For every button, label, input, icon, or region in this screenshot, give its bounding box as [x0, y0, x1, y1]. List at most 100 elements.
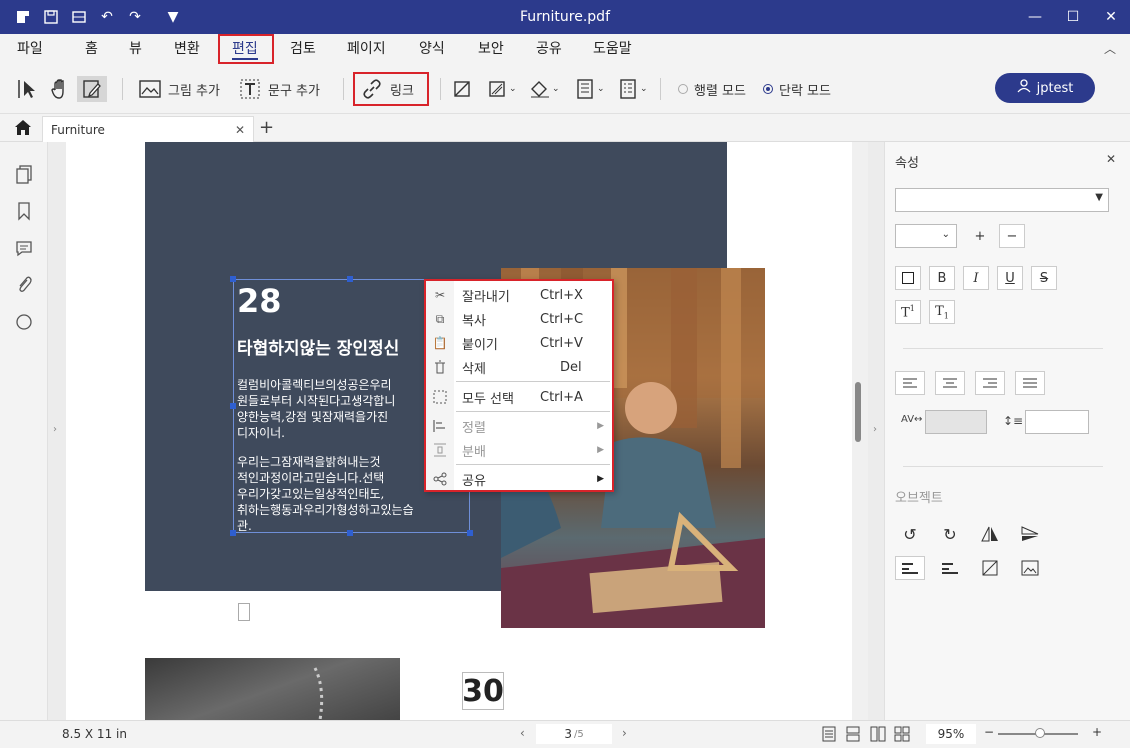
tab-furniture[interactable]: Furniture ✕: [42, 116, 254, 142]
font-size-decrease-button[interactable]: −: [999, 224, 1025, 248]
tab-close-icon[interactable]: ✕: [235, 123, 245, 137]
grid-view-icon[interactable]: [894, 726, 910, 745]
vertical-scrollbar[interactable]: [852, 142, 868, 720]
font-size-select[interactable]: ⌄: [895, 224, 957, 248]
add-image-button[interactable]: 그림 추가: [138, 76, 220, 102]
header-footer-tool[interactable]: ⌄: [573, 76, 605, 102]
add-text-button[interactable]: 문구 추가: [238, 76, 320, 102]
undo-icon[interactable]: ↶: [96, 6, 118, 28]
align-left-icon: [903, 378, 917, 388]
ctx-distribute[interactable]: 분배 ▶: [426, 438, 612, 462]
menu-share[interactable]: 공유: [536, 38, 562, 60]
subscript-button[interactable]: T1: [929, 300, 955, 324]
menu-home[interactable]: 홈: [85, 38, 98, 60]
select-tool[interactable]: [14, 76, 38, 102]
close-icon[interactable]: ✕: [1092, 0, 1130, 34]
minimize-icon[interactable]: —: [1016, 0, 1054, 34]
two-page-view-icon[interactable]: [870, 726, 886, 745]
maximize-icon[interactable]: ☐: [1054, 0, 1092, 34]
single-page-view-icon[interactable]: [822, 726, 836, 745]
edit-tool[interactable]: [77, 76, 107, 102]
next-page-icon[interactable]: ›: [622, 726, 627, 740]
save-icon[interactable]: [40, 6, 62, 28]
ctx-cut[interactable]: ✂ 잘라내기 Ctrl+X: [426, 283, 612, 307]
menu-security[interactable]: 보안: [478, 38, 504, 60]
font-size-increase-button[interactable]: +: [967, 224, 993, 248]
collapse-ribbon-icon[interactable]: ︿: [1104, 40, 1116, 57]
selection-handle[interactable]: [230, 276, 236, 282]
properties-close-icon[interactable]: ✕: [1106, 152, 1116, 166]
zoom-slider-thumb[interactable]: [1035, 728, 1045, 738]
superscript-button[interactable]: T1: [895, 300, 921, 324]
prev-page-icon[interactable]: ‹: [520, 726, 525, 740]
strikethrough-button[interactable]: S: [1031, 266, 1057, 290]
attachment-icon[interactable]: [12, 273, 36, 297]
new-tab-icon[interactable]: +: [259, 117, 274, 138]
hand-tool[interactable]: [48, 76, 72, 102]
search-panel-icon[interactable]: [12, 310, 36, 334]
underline-button[interactable]: U: [997, 266, 1023, 290]
selection-handle[interactable]: [230, 403, 236, 409]
align-center-icon: [943, 378, 957, 388]
left-panel-toggle[interactable]: ›: [48, 142, 66, 720]
flip-vertical-button[interactable]: [1015, 522, 1045, 546]
zoom-input[interactable]: 95%: [926, 724, 976, 744]
flip-horizontal-button[interactable]: [975, 522, 1005, 546]
paragraph-mode-radio[interactable]: 단락 모드: [763, 76, 831, 102]
selection-handle[interactable]: [467, 530, 473, 536]
crop-tool[interactable]: [450, 76, 474, 102]
menu-help[interactable]: 도움말: [593, 38, 632, 60]
background-tool[interactable]: ⌄: [528, 76, 560, 102]
watermark-tool[interactable]: ⌄: [485, 76, 517, 102]
line-spacing-input[interactable]: [1025, 410, 1089, 434]
selection-handle[interactable]: [230, 530, 236, 536]
crop-object-button[interactable]: [975, 556, 1005, 580]
menu-form[interactable]: 양식: [419, 38, 445, 60]
rotate-right-button[interactable]: ↻: [935, 522, 965, 546]
ctx-delete[interactable]: 삭제 Del: [426, 355, 612, 379]
menu-view[interactable]: 뷰: [129, 38, 142, 60]
app-window: ↶ ↷ ▼ Furniture.pdf — ☐ ✕ 파일 홈 뷰 변환 편집 검…: [0, 0, 1130, 748]
bold-button[interactable]: B: [929, 266, 955, 290]
menu-review[interactable]: 검토: [290, 38, 316, 60]
zoom-out-icon[interactable]: −: [984, 725, 994, 739]
ctx-align[interactable]: 정렬 ▶: [426, 414, 612, 438]
line-mode-radio[interactable]: 행렬 모드: [678, 76, 746, 102]
text-color-button[interactable]: [895, 266, 921, 290]
page-number-input[interactable]: 3 /5: [536, 724, 612, 744]
align-left-button[interactable]: [895, 371, 925, 395]
page-size-label: 8.5 X 11 in: [62, 727, 127, 741]
replace-image-button[interactable]: [1015, 556, 1045, 580]
menu-convert[interactable]: 변환: [174, 38, 200, 60]
bookmark-icon[interactable]: [12, 199, 36, 223]
font-family-select[interactable]: ▼: [895, 188, 1109, 212]
flip-horizontal-icon: [981, 526, 998, 542]
align-right-button[interactable]: [975, 371, 1005, 395]
selection-handle[interactable]: [347, 276, 353, 282]
align-justify-button[interactable]: [1015, 371, 1045, 395]
print-icon[interactable]: [68, 6, 90, 28]
ctx-share[interactable]: 공유 ▶: [426, 467, 612, 491]
quick-access-dropdown-icon[interactable]: ▼: [162, 6, 184, 28]
ctx-copy[interactable]: ⧉ 복사 Ctrl+C: [426, 307, 612, 331]
user-account-button[interactable]: jptest: [995, 73, 1095, 103]
menu-page[interactable]: 페이지: [347, 38, 386, 60]
ctx-select-all[interactable]: 모두 선택 Ctrl+A: [426, 385, 612, 409]
distribute-objects-button[interactable]: [935, 556, 965, 580]
continuous-view-icon[interactable]: [846, 726, 860, 745]
ctx-paste[interactable]: 📋 붙이기 Ctrl+V: [426, 331, 612, 355]
comment-icon[interactable]: [12, 236, 36, 260]
char-spacing-input[interactable]: [925, 410, 987, 434]
bates-number-tool[interactable]: ⌄: [616, 76, 648, 102]
scrollbar-thumb[interactable]: [855, 382, 861, 442]
home-icon[interactable]: [13, 118, 33, 140]
zoom-in-icon[interactable]: +: [1092, 725, 1102, 739]
thumbnails-icon[interactable]: [12, 162, 36, 186]
italic-button[interactable]: I: [963, 266, 989, 290]
rotate-left-button[interactable]: ↺: [895, 522, 925, 546]
redo-icon[interactable]: ↷: [124, 6, 146, 28]
right-panel-toggle[interactable]: ›: [868, 142, 884, 720]
align-center-button[interactable]: [935, 371, 965, 395]
align-objects-button[interactable]: [895, 556, 925, 580]
menu-file[interactable]: 파일: [17, 38, 43, 60]
